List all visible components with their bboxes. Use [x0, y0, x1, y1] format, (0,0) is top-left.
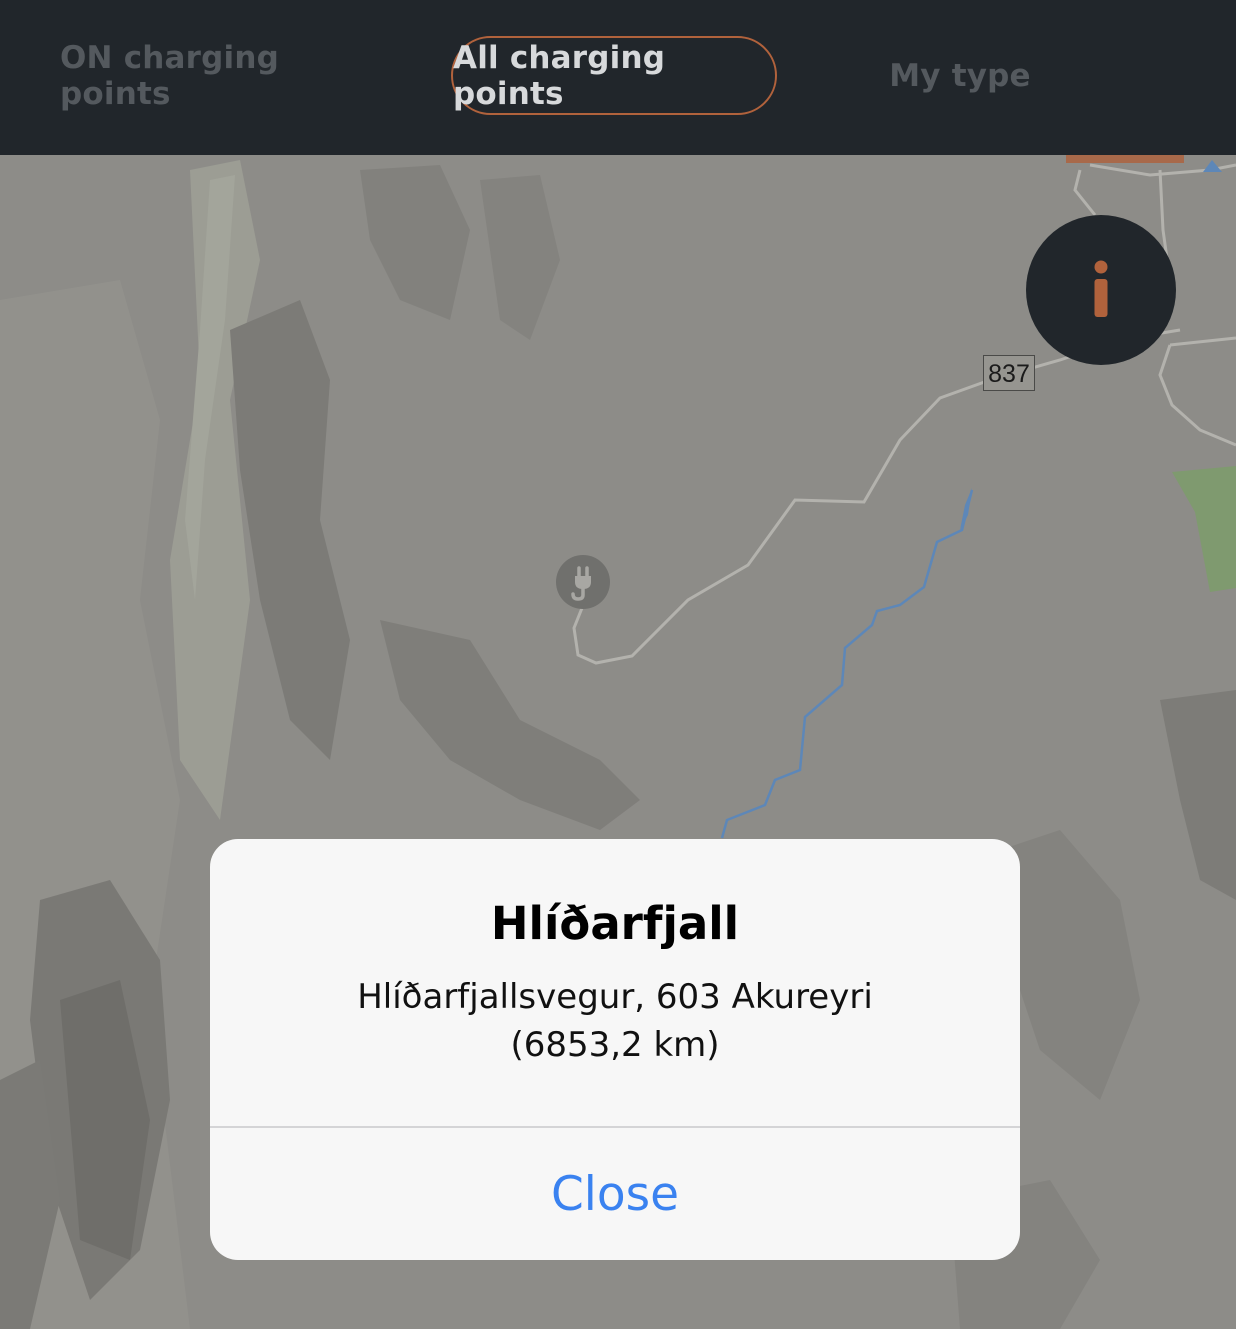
info-button[interactable] [1026, 215, 1176, 365]
plug-icon [556, 555, 610, 609]
tab-all-charging-points[interactable]: All charging points [451, 36, 777, 115]
alert-message: Hlíðarfjallsvegur, 603 Akureyri (6853,2 … [210, 973, 1020, 1069]
charging-point-marker[interactable] [556, 555, 610, 609]
screen: ON charging points All charging points M… [0, 0, 1236, 1329]
charging-point-alert: Hlíðarfjall Hlíðarfjallsvegur, 603 Akure… [210, 839, 1020, 1260]
info-icon [1094, 260, 1108, 317]
tab-my-type[interactable]: My type [860, 36, 1060, 115]
filter-bar: ON charging points All charging points M… [0, 0, 1236, 155]
close-button[interactable]: Close [210, 1128, 1020, 1260]
alert-distance: (6853,2 km) [510, 1025, 720, 1065]
tab-on-charging-points[interactable]: ON charging points [60, 36, 400, 115]
alert-title: Hlíðarfjall [490, 897, 740, 950]
alert-address: Hlíðarfjallsvegur, 603 Akureyri [357, 977, 873, 1017]
